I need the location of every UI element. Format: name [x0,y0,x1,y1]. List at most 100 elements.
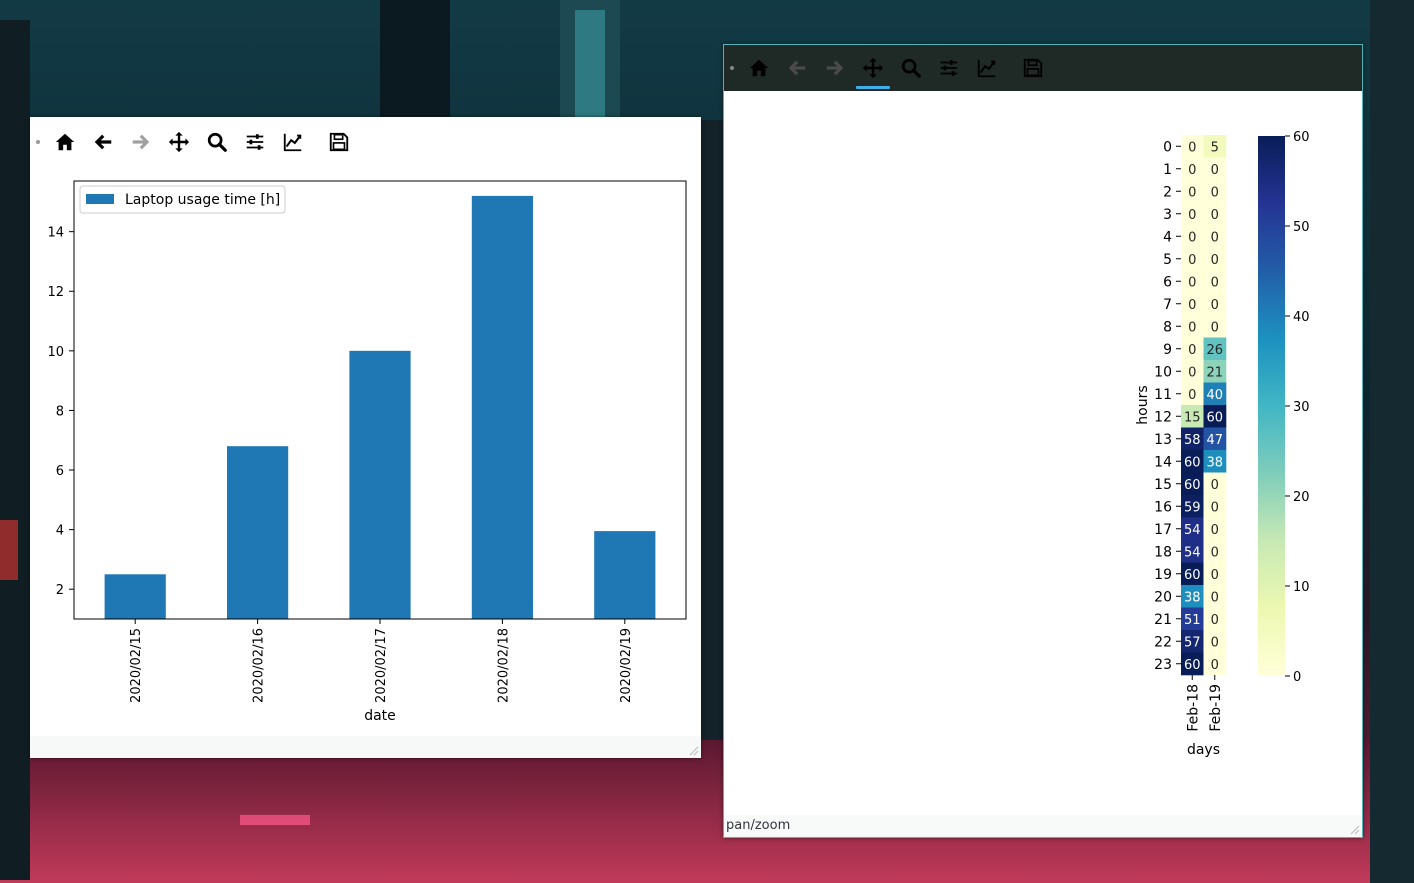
x-tick-label: 2020/02/15 [129,628,144,703]
cell-value: 0 [1211,590,1219,605]
forward-icon [826,60,844,76]
colorbar-tick-label: 60 [1293,130,1310,145]
pan-icon [862,57,884,79]
customize-button[interactable] [968,50,1006,86]
cell-value: 54 [1184,545,1201,560]
y-tick-label: 11 [1154,387,1172,403]
y-tick-label: 6 [56,464,64,479]
cell-value: 60 [1206,410,1223,425]
colorbar-tick-label: 40 [1293,310,1310,325]
cell-value: 0 [1188,208,1196,223]
save-button[interactable] [1014,50,1052,86]
y-tick-label: 20 [1154,589,1172,605]
bar-chart-window: 2020/02/15 2020/02/16 2020/02/17 2020/02/18… [30,117,701,758]
pan-button[interactable] [854,50,892,89]
cell-value: 15 [1184,410,1201,425]
y-tick-label: 0 [1163,139,1172,155]
cell-value: 0 [1211,658,1219,673]
cell-value: 57 [1184,635,1201,650]
save-icon [1023,58,1043,78]
cell-value: 0 [1211,478,1219,493]
resize-grip-icon[interactable] [689,746,699,756]
cell-value: 0 [1211,253,1219,268]
subplots-icon [940,60,958,76]
y-tick-label: 9 [1163,342,1172,358]
resize-grip-icon[interactable] [1350,825,1360,835]
y-tick-label: 5 [1163,252,1172,268]
cell-value: 0 [1211,545,1219,560]
cell-value: 38 [1184,590,1201,605]
x-tick-label: 2020/02/17 [374,628,389,703]
cell-value: 0 [1211,320,1219,335]
cell-value: 54 [1184,523,1201,538]
y-tick-label: 15 [1154,477,1172,493]
figure-canvas[interactable]: 0 5 0 0 0 1 0 0 2 0 0 3 0 0 4 0 0 5 0 0 6 0 0 7 0 0 8 0 26 9 0 21 10 0 40 1… [724,91,1362,815]
cell-value: 38 [1206,455,1223,470]
y-tick-label: 13 [1154,432,1172,448]
cell-value: 58 [1184,433,1201,448]
cell-value: 26 [1206,343,1223,358]
back-button[interactable] [778,50,816,86]
cell-value: 0 [1188,163,1196,178]
y-tick-label: 7 [1163,297,1172,313]
colorbar-tick-label: 10 [1293,580,1310,595]
x-axis-label: date [364,708,396,724]
toolbar-grip[interactable] [730,66,734,70]
forward-icon [132,134,150,149]
cell-value: 60 [1184,568,1201,583]
cell-value: 0 [1211,275,1219,290]
cell-value: 0 [1188,230,1196,245]
subplots-button[interactable] [236,124,274,160]
y-tick-label: 16 [1154,499,1172,515]
zoom-button[interactable] [198,124,236,160]
bar [471,195,533,620]
cell-value: 0 [1188,185,1196,200]
bar [227,446,289,619]
x-tick-label: 2020/02/18 [496,628,511,703]
customize-icon [283,133,302,151]
y-tick-label: 10 [1154,364,1172,380]
forward-button[interactable] [122,124,160,160]
bar-chart: 2020/02/15 2020/02/16 2020/02/17 2020/02/18… [47,180,687,724]
colorbar-tick-label: 20 [1293,490,1310,505]
y-tick-label: 2 [56,583,64,598]
home-button[interactable] [46,124,84,160]
home-icon [749,59,769,77]
cell-value: 0 [1211,500,1219,515]
x-tick-label: 2020/02/16 [252,628,267,703]
y-tick-label: 18 [1154,544,1172,560]
back-icon [788,60,806,76]
navigation-toolbar [30,117,701,166]
bar [594,531,656,619]
cell-value: 0 [1188,343,1196,358]
toolbar-grip[interactable] [36,139,40,144]
heatmap-chart: 0 500 010 020 030 040 050 060 070 080 2690 21100 401… [1135,130,1310,758]
cell-value: 60 [1184,478,1201,493]
home-button[interactable] [740,50,778,86]
cell-value: 21 [1206,365,1223,380]
subplots-button[interactable] [930,50,968,86]
cell-value: 47 [1206,433,1223,448]
cell-value: 0 [1188,298,1196,313]
zoom-icon [207,132,227,152]
legend-swatch [86,194,114,204]
y-tick-label: 12 [47,285,64,300]
x-axis-label: days [1187,742,1220,758]
zoom-button[interactable] [892,50,930,86]
back-button[interactable] [84,124,122,160]
y-tick-label: 14 [1154,454,1172,470]
customize-button[interactable] [274,124,312,160]
status-bar [30,736,701,758]
pan-icon [168,131,190,152]
cell-value: 40 [1206,388,1223,403]
y-tick-label: 8 [1163,319,1172,335]
cell-value: 60 [1184,658,1201,673]
forward-button[interactable] [816,50,854,86]
save-button[interactable] [320,124,358,160]
figure-canvas[interactable]: 2020/02/15 2020/02/16 2020/02/17 2020/02/18… [30,166,701,736]
bar [104,574,166,619]
cell-value: 59 [1184,500,1201,515]
pan-button[interactable] [160,124,198,160]
colorbar-tick-label: 0 [1293,670,1301,685]
y-tick-label: 23 [1154,657,1172,673]
